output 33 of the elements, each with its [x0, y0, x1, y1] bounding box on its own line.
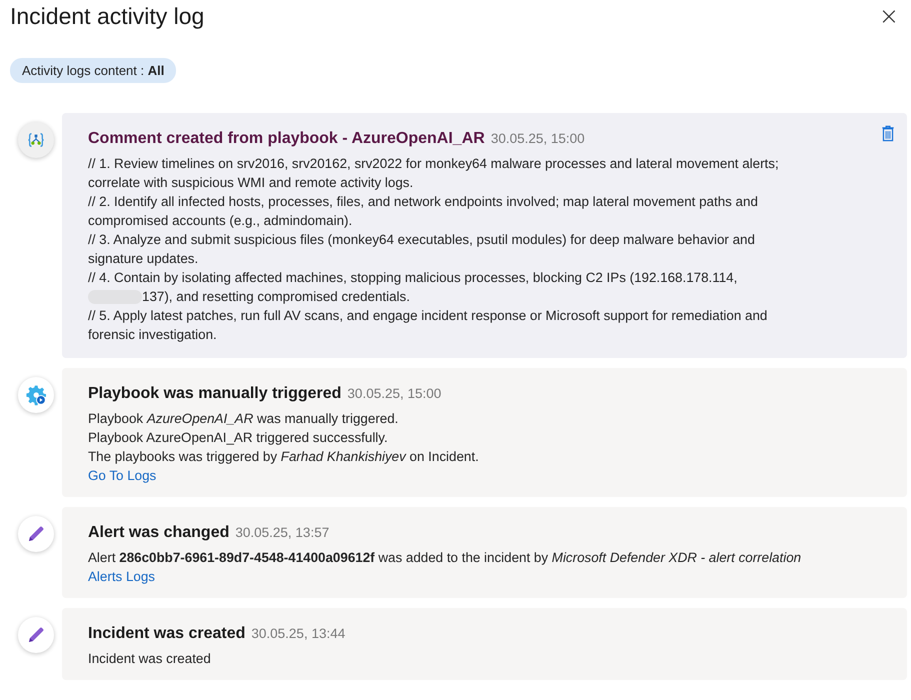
logs-link[interactable]: Go To Logs — [88, 466, 156, 485]
panel-title: Incident activity log — [10, 2, 204, 30]
body-text: Playbook AzureOpenAI_AR triggered successfully. — [88, 429, 388, 447]
body-text: Incident was created — [88, 650, 211, 668]
logs-link[interactable]: Alerts Logs — [88, 567, 155, 586]
entry-time: 30.05.25, 13:44 — [251, 626, 346, 641]
body-text: forensic investigation. — [88, 326, 217, 344]
body-text: // 1. Review timelines on srv2016, srv20162, srv2022 for monkey64 malware processes and lateral movement alerts; — [88, 155, 779, 173]
body-text: correlate with suspicious WMI and remote activity logs. — [88, 174, 414, 192]
close-button[interactable]: × — [870, 2, 907, 30]
pencil-icon — [18, 516, 54, 552]
entry-title: Comment created from playbook - AzureOpenAI_AR — [88, 130, 485, 147]
entry-title: Playbook was manually triggered — [88, 385, 342, 402]
body-text: // 4. Contain by isolating affected machines, stopping malicious processes, blocking C2 IPs (192.168.178.114, — [88, 269, 738, 287]
body-text: signature updates. — [88, 250, 198, 268]
entry-time: 30.05.25, 13:57 — [235, 525, 330, 540]
entry-title: Incident was created — [88, 625, 246, 642]
body-text: 137), and resetting compromised credentials. — [142, 288, 410, 306]
entry-time: 30.05.25, 15:00 — [490, 131, 585, 146]
gear-icon — [18, 377, 54, 413]
body-text: // 3. Analyze and submit suspicious files (monkey64 executables, psutil modules) for deep malware behavior and — [88, 231, 755, 249]
filter-pill[interactable]: Activity logs content : All — [10, 58, 176, 83]
body-text: compromised accounts (e.g., admindomain). — [88, 212, 352, 230]
body-text: // 2. Identify all infected hosts, processes, files, and network endpoints involved; map lateral movement paths and — [88, 193, 758, 211]
entry-time: 30.05.25, 15:00 — [347, 386, 442, 401]
body-text: Playbook AzureOpenAI_AR was manually triggered. — [88, 410, 398, 428]
flow-icon — [18, 122, 54, 158]
entry-title: Alert was changed — [88, 524, 230, 541]
body-text: Alert 286c0bb7-6961-89d7-4548-41400a09612f was added to the incident by Microsoft Defender XDR - alert correlation — [88, 549, 802, 567]
body-text: The playbooks was triggered by Farhad Khankishiyev on Incident. — [88, 448, 479, 466]
pencil-icon — [18, 617, 54, 653]
delete-icon[interactable] — [881, 125, 895, 142]
body-text: // 5. Apply latest patches, run full AV scans, and engage incident response or Microsoft support for remediation and — [88, 307, 768, 325]
